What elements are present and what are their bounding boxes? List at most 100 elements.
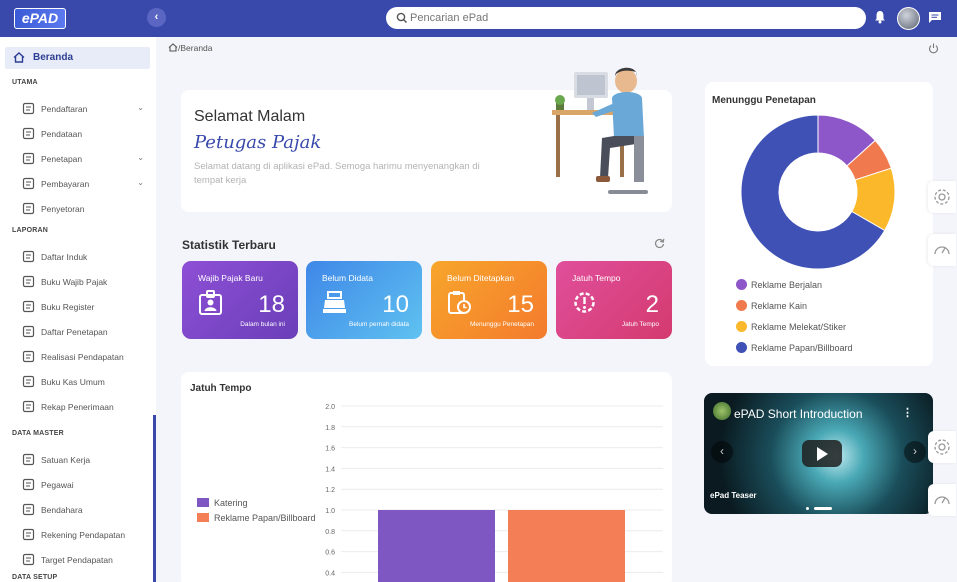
prev-arrow-icon[interactable]: ‹ <box>711 441 733 463</box>
legend-item-reklame-kain[interactable]: Reklame Kain <box>736 300 807 311</box>
chevron-down-icon[interactable]: ⌄ <box>137 153 144 162</box>
search-input[interactable] <box>410 9 850 27</box>
sidebar-item-buku-register[interactable]: Buku Register <box>22 300 150 314</box>
stats-title: Statistik Terbaru <box>182 238 276 252</box>
power-icon[interactable] <box>928 43 939 54</box>
video-caption: ePad Teaser <box>710 491 757 500</box>
menunggu-penetapan-donut-chart <box>740 114 896 270</box>
stat-subtitle: Jatuh Tempo <box>621 321 659 328</box>
stat-value: 18 <box>258 291 285 318</box>
top-bar: ePAD ‹ <box>0 0 957 37</box>
sidebar-scrollbar[interactable] <box>153 415 156 582</box>
sidebar-item-satuan-kerja[interactable]: Satuan Kerja <box>22 453 150 467</box>
sidebar-item-daftar-penetapan[interactable]: Daftar Penetapan <box>22 325 150 339</box>
home-icon[interactable] <box>168 43 178 52</box>
refresh-icon[interactable] <box>654 238 665 249</box>
cash-register-icon <box>323 291 346 313</box>
welcome-description: Selamat datang di aplikasi ePad. Semoga … <box>194 161 480 186</box>
video-player[interactable]: ePAD Short Introduction ⋮ ‹ › ePad Tease… <box>704 393 933 514</box>
y-tick-label: 0.8 <box>325 529 335 536</box>
next-arrow-icon[interactable]: › <box>904 441 926 463</box>
stat-card-jatuh-tempo[interactable]: Jatuh Tempo 2 Jatuh Tempo <box>556 261 672 339</box>
legend-item-reklame-berjalan[interactable]: Reklame Berjalan <box>736 279 822 290</box>
user-circle-icon <box>22 503 35 516</box>
sidebar-item-label: Target Pendapatan <box>41 555 113 565</box>
gear-icon <box>934 189 950 205</box>
clipboard-clock-icon <box>448 291 471 314</box>
chat-icon[interactable] <box>928 11 942 24</box>
checklist-icon <box>22 325 35 338</box>
search-bar[interactable] <box>386 7 866 29</box>
notification-bell-icon[interactable] <box>874 10 886 24</box>
video-title[interactable]: ePAD Short Introduction <box>734 407 863 421</box>
sidebar-item-penetapan[interactable]: Penetapan ⌄ <box>22 152 150 166</box>
sidebar-item-pegawai[interactable]: Pegawai <box>22 478 150 492</box>
sidebar-item-rekening-pendapatan[interactable]: Rekening Pendapatan <box>22 528 150 542</box>
play-button[interactable] <box>802 440 842 467</box>
bar-katering[interactable] <box>378 510 495 582</box>
sidebar-item-daftar-induk[interactable]: Daftar Induk <box>22 250 150 264</box>
sidebar-item-label: Buku Register <box>41 302 95 312</box>
sidebar-item-beranda[interactable]: Beranda <box>5 47 150 69</box>
sidebar-item-label: Satuan Kerja <box>41 455 91 465</box>
sidebar-item-pendaftaran[interactable]: Pendaftaran ⌄ <box>22 102 150 116</box>
legend-label: Reklame Berjalan <box>751 280 823 290</box>
sidebar-item-penyetoran[interactable]: Penyetoran <box>22 202 150 216</box>
sidebar-item-target-pendapatan[interactable]: Target Pendapatan <box>22 553 150 567</box>
stat-subtitle: Dalam bulan ini <box>240 321 285 328</box>
register-book-icon <box>22 300 35 313</box>
jatuh-tempo-title: Jatuh Tempo <box>190 383 252 394</box>
sidebar-item-label: Penetapan <box>41 154 83 164</box>
dashboard-float-button[interactable] <box>928 234 956 266</box>
sidebar-item-bendahara[interactable]: Bendahara <box>22 503 150 517</box>
y-tick-label: 1.8 <box>325 425 335 432</box>
legend-item-reklame-melekat[interactable]: Reklame Melekat/Stiker <box>736 321 846 332</box>
bar-reklame-papan-billboard[interactable] <box>508 510 625 582</box>
stat-subtitle: Menunggu Penetapan <box>470 321 534 328</box>
settings-float-button[interactable] <box>928 431 956 463</box>
legend-item-reklame-papan[interactable]: Reklame Papan/Billboard <box>736 342 853 353</box>
data-icon <box>22 127 35 140</box>
sidebar-item-realisasi-pendapatan[interactable]: Realisasi Pendapatan <box>22 350 150 364</box>
menunggu-penetapan-title: Menunggu Penetapan <box>712 95 816 106</box>
stat-title: Jatuh Tempo <box>572 273 621 283</box>
sidebar-section-title: DATA MASTER <box>12 430 64 437</box>
carousel-dots[interactable] <box>805 506 835 511</box>
y-tick-label: 1.4 <box>325 466 335 473</box>
gear-icon <box>934 439 950 455</box>
more-vertical-icon[interactable]: ⋮ <box>902 406 913 419</box>
y-tick-label: 1.2 <box>325 487 335 494</box>
settings-float-button[interactable] <box>928 181 956 213</box>
app-logo[interactable]: ePAD <box>14 8 66 29</box>
bank-icon <box>22 202 35 215</box>
receipt-icon <box>22 350 35 363</box>
legend-item-katering[interactable]: Katering <box>197 498 248 508</box>
dashboard-float-button[interactable] <box>928 484 956 516</box>
sidebar-item-pembayaran[interactable]: Pembayaran ⌄ <box>22 177 150 191</box>
speedometer-icon <box>934 246 950 255</box>
user-avatar[interactable] <box>897 7 920 30</box>
sidebar-item-buku-kas-umum[interactable]: Buku Kas Umum <box>22 375 150 389</box>
report-icon <box>22 400 35 413</box>
legend-label: Reklame Papan/Billboard <box>751 343 853 353</box>
chevron-down-icon[interactable]: ⌄ <box>137 178 144 187</box>
sidebar-item-rekap-penerimaan[interactable]: Rekap Penerimaan <box>22 400 150 414</box>
chevron-down-icon[interactable]: ⌄ <box>137 103 144 112</box>
jatuh-tempo-card: Jatuh Tempo Katering Reklame Papan/Billb… <box>181 372 672 582</box>
y-tick-label: 1.0 <box>325 508 335 515</box>
sidebar-section-title: UTAMA <box>12 79 38 86</box>
stat-card-wajib-pajak-baru[interactable]: Wajib Pajak Baru 18 Dalam bulan ini <box>182 261 298 339</box>
org-chart-icon <box>22 453 35 466</box>
search-icon <box>396 12 408 24</box>
legend-item-reklame-papan[interactable]: Reklame Papan/Billboard <box>197 513 316 523</box>
stat-card-belum-didata[interactable]: Belum Didata 10 Belum pernah didata <box>306 261 422 339</box>
sidebar-collapse-button[interactable]: ‹ <box>147 8 166 27</box>
channel-logo[interactable] <box>713 402 731 420</box>
legend-dot <box>736 279 747 290</box>
book-icon <box>22 250 35 263</box>
stat-card-belum-ditetapkan[interactable]: Belum Ditetapkan 15 Menunggu Penetapan <box>431 261 547 339</box>
sidebar-item-pendataan[interactable]: Pendataan <box>22 127 150 141</box>
stat-value: 2 <box>645 291 659 318</box>
sidebar-item-buku-wajib-pajak[interactable]: Buku Wajib Pajak <box>22 275 150 289</box>
breadcrumb-current: /Beranda <box>178 43 213 53</box>
